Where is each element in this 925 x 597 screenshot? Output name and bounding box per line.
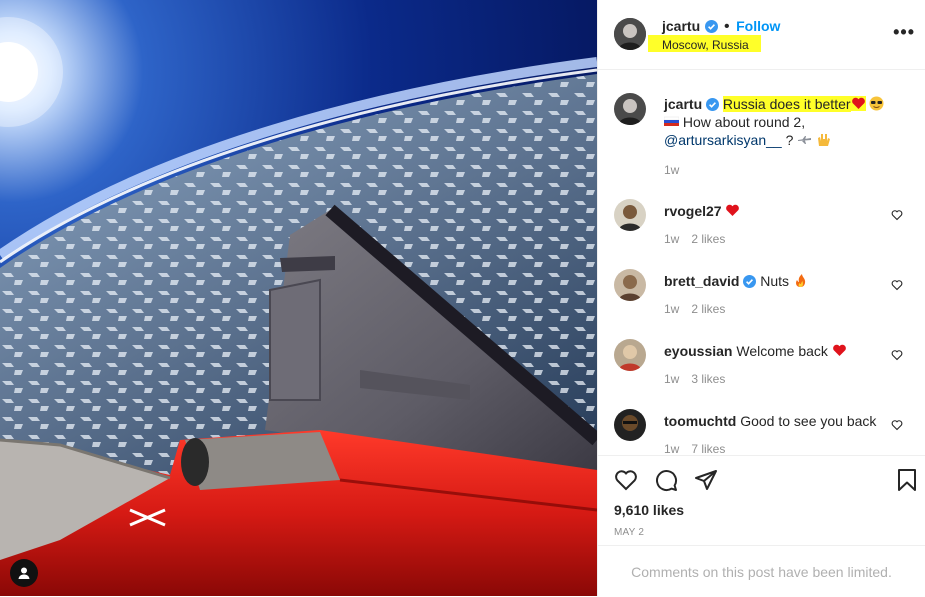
post-side-panel: jcartu • Follow Moscow, Russia ••• jcart… — [597, 0, 925, 596]
caption-highlight-text: Russia does it better — [722, 96, 851, 112]
comment-username[interactable]: toomuchtd — [664, 413, 736, 429]
post-header: jcartu • Follow Moscow, Russia ••• — [598, 0, 925, 70]
follow-button[interactable]: Follow — [736, 18, 780, 34]
post-photo[interactable] — [0, 0, 597, 596]
verified-badge-icon — [704, 20, 718, 33]
sunglasses-emoji-icon — [869, 96, 884, 111]
fire-emoji-icon — [795, 274, 806, 287]
comment-text: Nuts — [760, 273, 790, 289]
caption-avatar[interactable] — [614, 93, 646, 125]
comment-like-heart-icon[interactable] — [891, 419, 903, 431]
russia-flag-icon — [664, 116, 679, 126]
comment-meta: 1w 7 likes — [664, 442, 737, 454]
post-location[interactable]: Moscow, Russia — [662, 38, 749, 52]
caption-username[interactable]: jcartu — [664, 96, 702, 112]
post-image — [0, 0, 597, 596]
avatar[interactable] — [614, 18, 646, 50]
comment-username[interactable]: brett_david — [664, 273, 739, 289]
comment-like-heart-icon[interactable] — [891, 279, 903, 291]
header-username[interactable]: jcartu — [662, 18, 700, 34]
comment-time[interactable]: 1w — [664, 302, 679, 316]
verified-badge-icon — [706, 98, 720, 111]
post-actions: 9,610 likes MAY 2 — [598, 455, 925, 546]
save-icon[interactable] — [895, 468, 919, 492]
comment-meta: 1w 2 likes — [664, 302, 737, 316]
comment-time[interactable]: 1w — [664, 442, 679, 454]
comment-avatar[interactable] — [614, 409, 646, 441]
red-heart-icon — [726, 204, 740, 216]
comment-avatar[interactable] — [614, 199, 646, 231]
likes-count[interactable]: 9,610 likes — [614, 502, 684, 518]
comment-avatar[interactable] — [614, 269, 646, 301]
comment-time[interactable]: 1w — [664, 232, 679, 246]
post-date[interactable]: MAY 2 — [614, 527, 644, 538]
comment-text: Welcome back — [736, 343, 828, 359]
airplane-emoji-icon — [798, 136, 812, 144]
more-options-icon[interactable]: ••• — [893, 22, 915, 43]
comment-text: Good to see you back — [740, 413, 877, 429]
comment-like-heart-icon[interactable] — [891, 349, 903, 361]
user-tag-icon — [18, 567, 30, 579]
comment-likes[interactable]: 2 likes — [691, 232, 725, 246]
share-icon[interactable] — [694, 468, 718, 492]
caption-mention-link[interactable]: @artursarkisyan__ — [664, 132, 782, 148]
comment-likes[interactable]: 2 likes — [691, 302, 725, 316]
user-tag-button[interactable] — [10, 559, 38, 587]
red-heart-icon — [850, 96, 866, 111]
comment-icon[interactable] — [654, 468, 678, 492]
comment-likes[interactable]: 3 likes — [691, 372, 725, 386]
comment-meta: 1w 3 likes — [664, 372, 737, 386]
red-heart-icon — [832, 344, 846, 356]
comment-likes[interactable]: 7 likes — [691, 442, 725, 454]
heart-icon[interactable] — [614, 468, 638, 492]
vulcan-salute-emoji-icon — [818, 134, 831, 146]
comment-avatar[interactable] — [614, 339, 646, 371]
comments-limited-notice: Comments on this post have been limited. — [598, 545, 925, 597]
caption-time[interactable]: 1w — [664, 163, 679, 177]
comment-username[interactable]: eyoussian — [664, 343, 732, 359]
verified-badge-icon — [743, 275, 757, 288]
caption-line2: How about round 2, — [682, 114, 806, 130]
comment-like-heart-icon[interactable] — [891, 209, 903, 221]
comment-meta: 1w 2 likes — [664, 232, 737, 246]
comments-section: jcartu Russia does it better How about r… — [598, 71, 925, 454]
separator-dot: • — [724, 18, 730, 35]
caption-after-mention: ? — [785, 132, 794, 148]
comment-username[interactable]: rvogel27 — [664, 203, 722, 219]
comment-time[interactable]: 1w — [664, 372, 679, 386]
